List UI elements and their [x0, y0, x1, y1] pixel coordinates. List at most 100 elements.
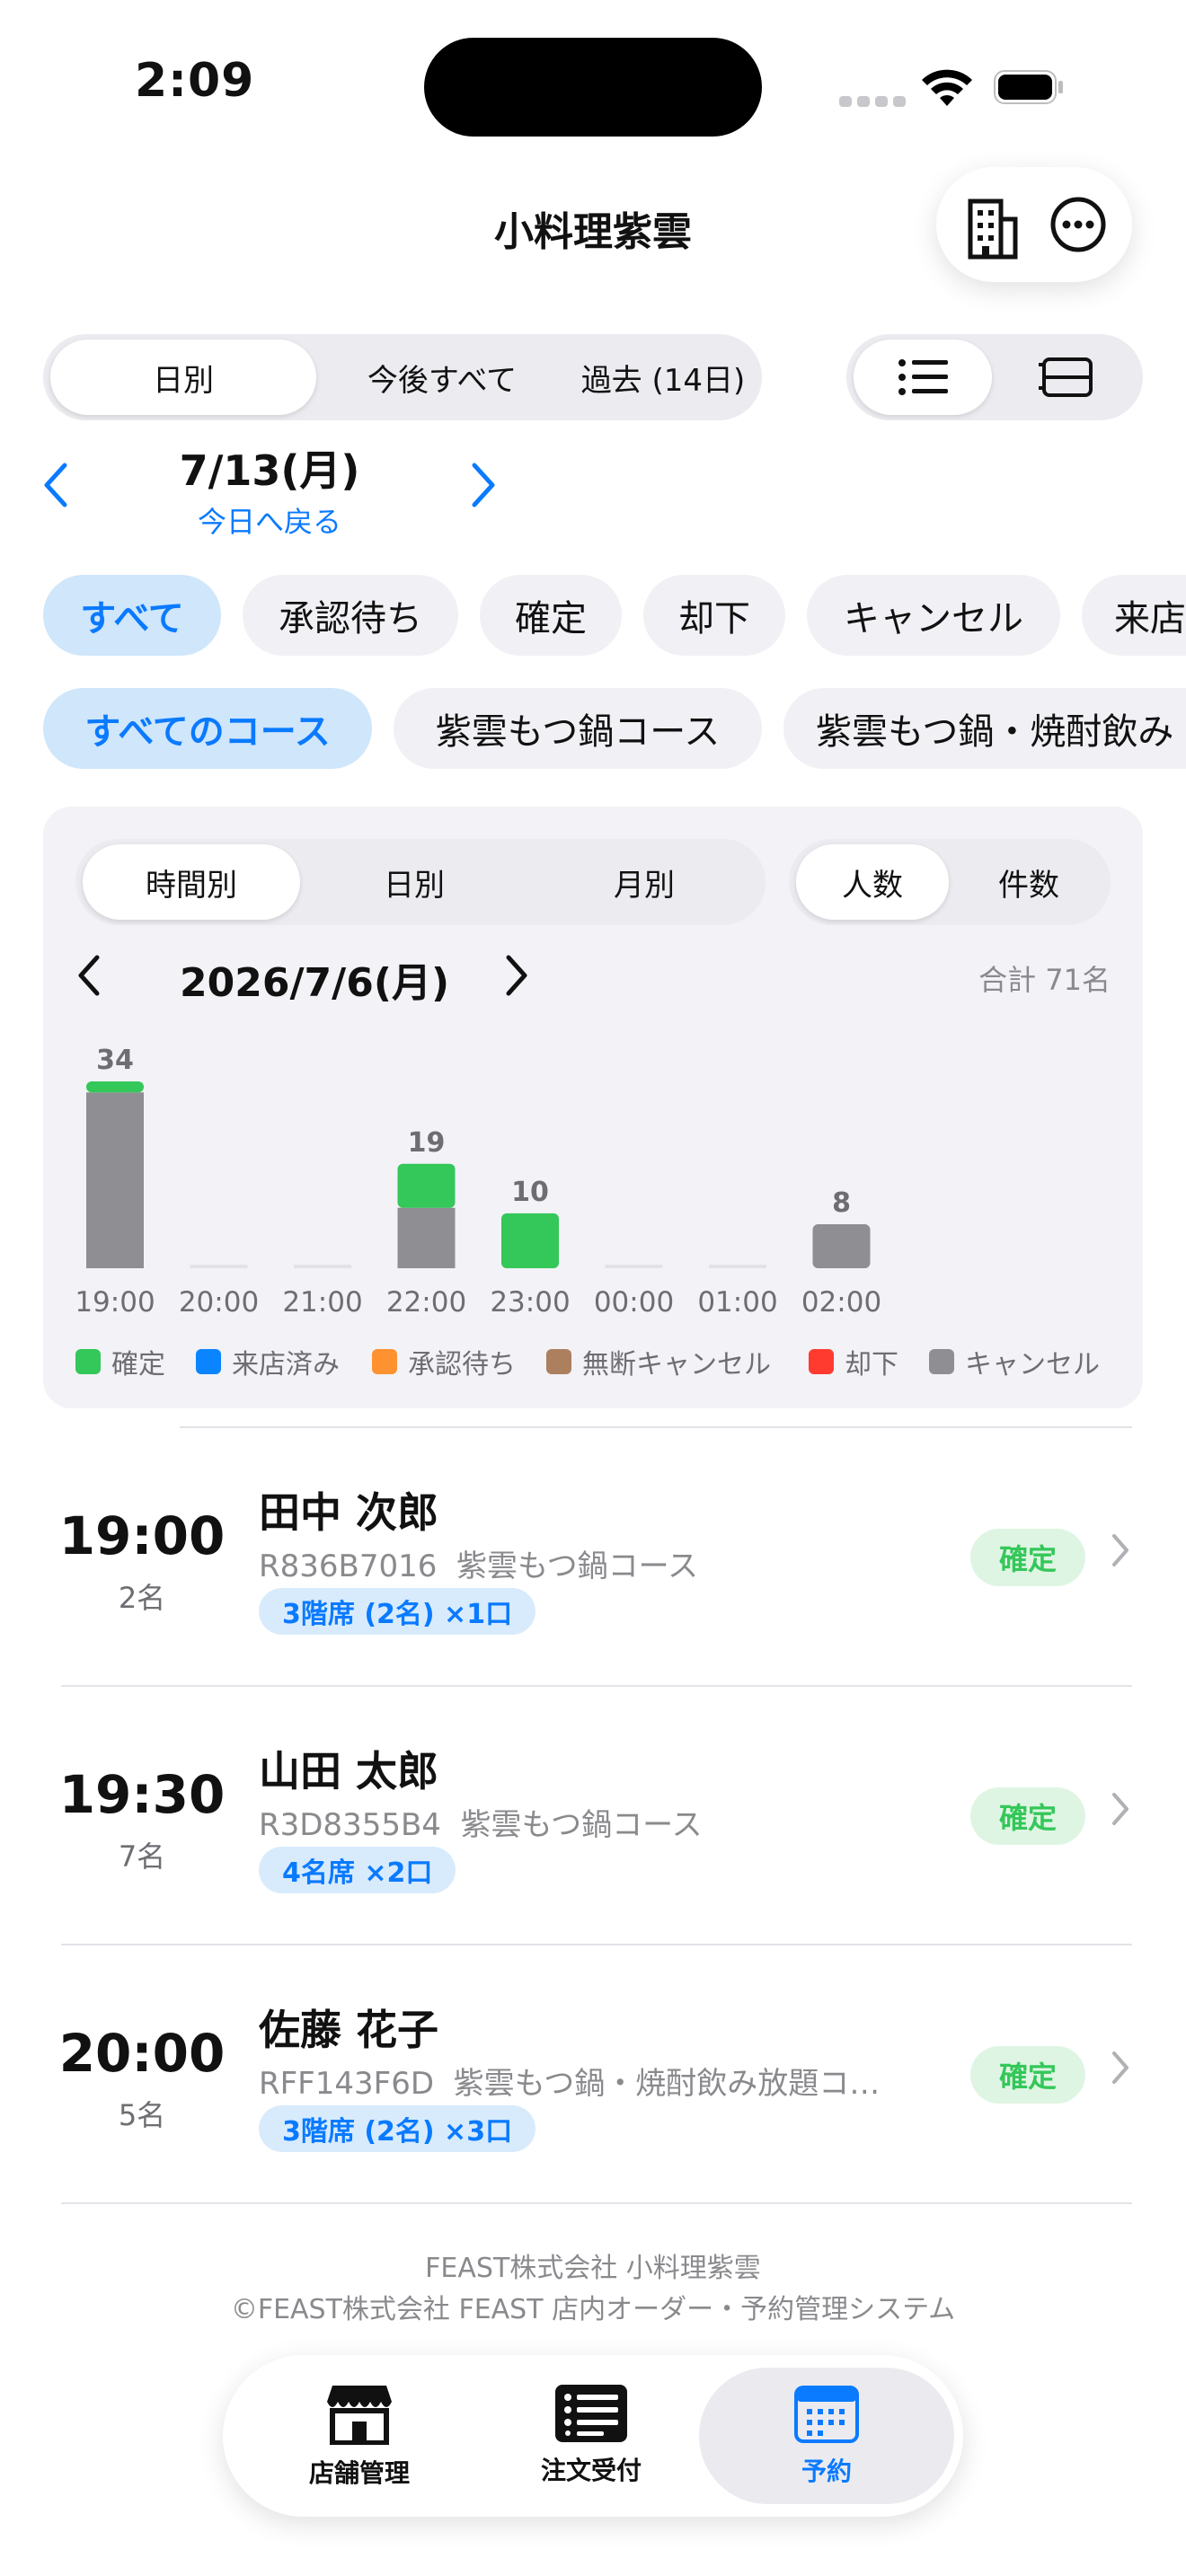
- reservation-code: R836B7016: [259, 1548, 438, 1584]
- reservation-seat-badge: 3階席 (2名) ×3口: [259, 2105, 536, 2152]
- tab-people[interactable]: 人数: [796, 844, 949, 920]
- legend-swatch: [75, 1349, 101, 1374]
- reservation-party-size: 7名: [118, 1839, 166, 1874]
- footer-company: FEAST株式会社 小料理紫雲: [425, 2253, 761, 2284]
- tab-count[interactable]: 件数: [954, 844, 1103, 920]
- chart-total: 合計 71名: [978, 963, 1111, 997]
- legend-item: 無断キャンセル: [546, 1342, 771, 1381]
- row-divider: [61, 1685, 1132, 1687]
- building-icon[interactable]: [963, 196, 1021, 260]
- rows-icon: [1039, 357, 1093, 397]
- bar-segment: [501, 1213, 559, 1268]
- empty-bar-baseline: [294, 1265, 351, 1268]
- tab-order-reception[interactable]: 注文受付: [474, 2355, 708, 2517]
- bar-segment: [86, 1081, 144, 1093]
- tab-label: 予約: [801, 2457, 852, 2486]
- chip-status-visited[interactable]: 来店: [1082, 575, 1186, 656]
- range-segmented-control: 日別 今後すべて 過去 (14日): [43, 334, 762, 420]
- status-time: 2:09: [135, 54, 255, 108]
- tab-by-day[interactable]: 日別: [305, 844, 523, 920]
- reservation-code-course: R3D8355B4 紫雲もつ鍋コース: [259, 1800, 906, 1844]
- tab-store-management[interactable]: 店舗管理: [243, 2355, 476, 2517]
- ellipsis-circle-icon[interactable]: [1049, 196, 1107, 253]
- tab-reservations[interactable]: 予約: [699, 2368, 954, 2504]
- bar-value-label: 10: [511, 1177, 549, 1208]
- storefront-icon: [327, 2386, 392, 2445]
- empty-bar-baseline: [605, 1265, 663, 1268]
- list-icon: [898, 359, 948, 395]
- chevron-right-icon: [1111, 2050, 1130, 2095]
- chart-date: 2026/7/6(月): [180, 960, 450, 1006]
- granularity-segmented-control: 時間別 日別 月別: [75, 839, 766, 925]
- reservation-party-size: 2名: [118, 1581, 166, 1615]
- x-tick-label: 01:00: [697, 1286, 777, 1319]
- reservation-seat-badge: 4名席 ×2口: [259, 1847, 456, 1893]
- reservation-course: 紫雲もつ鍋コース: [460, 1807, 703, 1843]
- reservations-bar-chart: 34 19:00 20:00 21:00 19 22:00 10 23:00 00:00 01:0…: [75, 1045, 881, 1319]
- legend-label: 承認待ち: [408, 1349, 516, 1381]
- bar-segment: [86, 1092, 144, 1268]
- reservation-course: 紫雲もつ鍋・焼酎飲み放題コース: [453, 2066, 888, 2102]
- tab-hourly[interactable]: 時間別: [83, 844, 300, 920]
- chart-next-button[interactable]: [503, 954, 530, 1001]
- chevron-left-icon: [44, 463, 67, 507]
- x-tick-label: 19:00: [75, 1286, 155, 1319]
- calendar-icon: [794, 2386, 859, 2443]
- bar-segment: [812, 1224, 871, 1268]
- status-badge: 確定: [970, 1529, 1085, 1586]
- today-link[interactable]: 今日へ戻る: [162, 499, 377, 541]
- legend-label: 無断キャンセル: [582, 1349, 771, 1381]
- chip-course-all[interactable]: すべてのコース: [43, 688, 372, 769]
- legend-swatch: [809, 1349, 834, 1374]
- reservation-row[interactable]: 19:30 7名 山田 太郎 R3D8355B4 紫雲もつ鍋コース 4名席 ×2…: [0, 1692, 1186, 1944]
- tab-past-14-days[interactable]: 過去 (14日): [568, 340, 758, 415]
- chevron-right-icon: [472, 463, 495, 507]
- x-tick-label: 22:00: [386, 1286, 466, 1319]
- list-view-button[interactable]: [854, 340, 992, 415]
- row-divider: [61, 1944, 1132, 1945]
- reservation-row[interactable]: 19:00 2名 田中 次郎 R836B7016 紫雲もつ鍋コース 3階席 (2…: [0, 1434, 1186, 1685]
- legend-item: キャンセル: [929, 1342, 1100, 1381]
- chip-status-rejected[interactable]: 却下: [643, 575, 785, 656]
- legend-swatch: [196, 1349, 221, 1374]
- next-date-button[interactable]: [471, 462, 498, 517]
- chart-legend: 確定 来店済み 承認待ち 無断キャンセル 却下 キャンセル: [75, 1342, 1136, 1381]
- legend-item: 確定: [75, 1342, 165, 1381]
- bar-value-label: 34: [96, 1045, 134, 1076]
- x-tick-label: 23:00: [490, 1286, 570, 1319]
- chevron-right-icon: [506, 955, 527, 996]
- reservation-row[interactable]: 20:00 5名 佐藤 花子 RFF143F6D 紫雲もつ鍋・焼酎飲み放題コース…: [0, 1951, 1186, 2202]
- chip-status-cancelled[interactable]: キャンセル: [807, 575, 1060, 656]
- tab-by-month[interactable]: 月別: [535, 844, 753, 920]
- tab-label: 店舗管理: [308, 2458, 410, 2488]
- status-badge: 確定: [970, 1787, 1085, 1845]
- chart-prev-button[interactable]: [75, 954, 102, 1001]
- chip-status-pending[interactable]: 承認待ち: [243, 575, 458, 656]
- chip-status-all[interactable]: すべて: [43, 575, 221, 656]
- empty-bar-baseline: [190, 1265, 248, 1268]
- wifi-icon: [920, 65, 974, 110]
- chip-status-confirmed[interactable]: 確定: [480, 575, 622, 656]
- tab-upcoming-all[interactable]: 今後すべて: [316, 340, 568, 415]
- reservation-code-course: R836B7016 紫雲もつ鍋コース: [259, 1541, 906, 1585]
- empty-bar-baseline: [709, 1265, 766, 1268]
- chip-course-motsunabe-shochu[interactable]: 紫雲もつ鍋・焼酎飲み: [783, 688, 1186, 769]
- card-view-button[interactable]: [997, 340, 1136, 415]
- legend-item: 却下: [809, 1342, 898, 1381]
- view-toggle: [846, 334, 1143, 420]
- legend-swatch: [929, 1349, 954, 1374]
- reservation-code-course: RFF143F6D 紫雲もつ鍋・焼酎飲み放題コース: [259, 2059, 888, 2103]
- prev-date-button[interactable]: [41, 462, 68, 517]
- legend-item: 来店済み: [196, 1342, 340, 1381]
- course-filter-chips: すべてのコース 紫雲もつ鍋コース 紫雲もつ鍋・焼酎飲み: [0, 688, 1186, 772]
- reservation-code: RFF143F6D: [259, 2066, 435, 2102]
- dynamic-island: [424, 38, 762, 137]
- legend-label: 来店済み: [232, 1349, 340, 1381]
- tab-daily[interactable]: 日別: [50, 340, 316, 415]
- reservation-party-size: 5名: [118, 2098, 166, 2132]
- chip-course-motsunabe[interactable]: 紫雲もつ鍋コース: [394, 688, 762, 769]
- header-actions: [936, 167, 1132, 282]
- chevron-right-icon: [1111, 1791, 1130, 1837]
- current-date: 7/13(月): [179, 446, 360, 495]
- order-list-icon: [555, 2385, 627, 2442]
